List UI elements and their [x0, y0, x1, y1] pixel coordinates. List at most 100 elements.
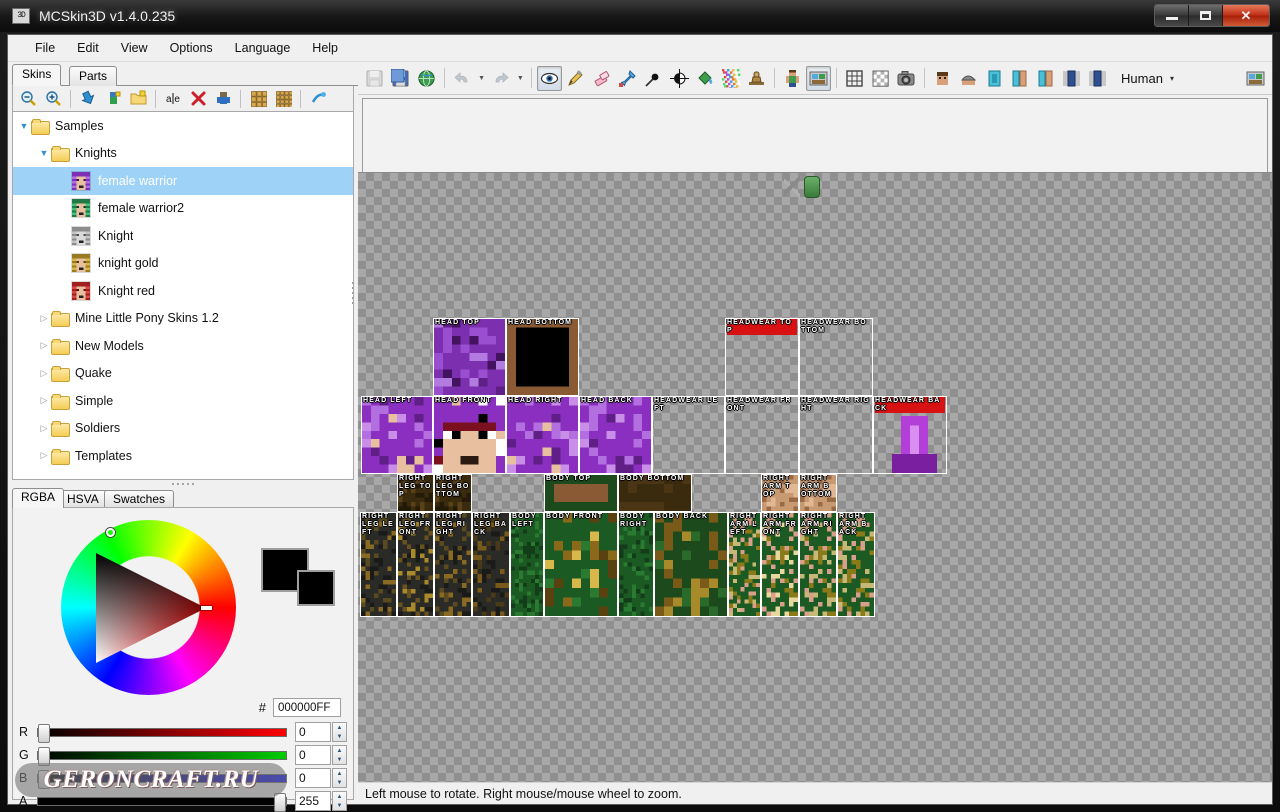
- pencil-tool-icon[interactable]: [563, 66, 588, 91]
- skin-face-head-front[interactable]: HEAD FRONT: [433, 396, 506, 474]
- spinner-up-icon[interactable]: ▲: [333, 746, 346, 755]
- chevron-right-icon[interactable]: ▷: [37, 449, 51, 463]
- menu-view[interactable]: View: [110, 37, 159, 59]
- darken-tool-icon[interactable]: [667, 66, 692, 91]
- skin-face-head-left[interactable]: HEAD LEFT: [361, 396, 433, 474]
- tree-folder-row[interactable]: ▼ Samples: [13, 112, 353, 140]
- skin-face-right-leg-left[interactable]: RIGHT LEG LEFT: [360, 512, 397, 617]
- skin-face-headwear-left[interactable]: HEADWEAR LEFT: [652, 396, 725, 474]
- skin-face-right-arm-bottom[interactable]: RIGHT ARM BOTTOM: [799, 474, 837, 512]
- chevron-down-icon[interactable]: ▼: [37, 146, 51, 160]
- channel-spinner-g[interactable]: ▲ ▼: [332, 745, 347, 765]
- layout-toggle-icon[interactable]: [1243, 66, 1268, 91]
- player-model-icon[interactable]: [780, 66, 805, 91]
- chevron-right-icon[interactable]: ▷: [37, 366, 51, 380]
- tree-skin-row[interactable]: knight gold: [13, 250, 353, 278]
- skin-face-right-arm-front[interactable]: RIGHT ARM FRONT: [761, 512, 799, 617]
- tree-folder-row[interactable]: ▷ Quake: [13, 360, 353, 388]
- skin-face-headwear-back[interactable]: HEADWEAR BACK: [873, 396, 947, 474]
- menu-file[interactable]: File: [24, 37, 66, 59]
- skin-face-body-bottom[interactable]: BODY BOTTOM: [618, 474, 692, 512]
- clone-skin-icon[interactable]: [212, 88, 234, 110]
- camera-tool-icon[interactable]: [537, 65, 563, 91]
- zoom-out-icon[interactable]: [17, 88, 39, 110]
- skin-face-headwear-front[interactable]: HEADWEAR FRONT: [725, 396, 799, 474]
- channel-slider-b[interactable]: [37, 769, 287, 789]
- chevron-right-icon[interactable]: ▷: [37, 394, 51, 408]
- skin-face-body-right[interactable]: BODY RIGHT: [618, 512, 654, 617]
- skin-face-right-arm-right[interactable]: RIGHT ARM RIGHT: [799, 512, 837, 617]
- new-skin-icon[interactable]: [102, 88, 124, 110]
- channel-slider-g[interactable]: [37, 746, 287, 766]
- skin-face-right-leg-top[interactable]: RIGHT LEG TOP: [397, 474, 434, 512]
- noise-tool-icon[interactable]: [719, 66, 744, 91]
- hue-marker[interactable]: [106, 528, 115, 537]
- channel-slider-a[interactable]: [37, 792, 287, 812]
- spinner-down-icon[interactable]: ▼: [333, 801, 346, 810]
- menu-help[interactable]: Help: [301, 37, 349, 59]
- chevron-right-icon[interactable]: ▷: [37, 421, 51, 435]
- view-right-arm-icon[interactable]: [1033, 66, 1058, 91]
- view-right-leg-icon[interactable]: [1085, 66, 1110, 91]
- tree-folder-row[interactable]: ▷ Mine Little Pony Skins 1.2: [13, 305, 353, 333]
- channel-slider-r[interactable]: [37, 723, 287, 743]
- channel-value-a[interactable]: [295, 791, 331, 811]
- save-icon[interactable]: [362, 66, 387, 91]
- slider-thumb[interactable]: [38, 723, 50, 743]
- skin-face-head-back[interactable]: HEAD BACK: [579, 396, 652, 474]
- menu-language[interactable]: Language: [224, 37, 302, 59]
- undo-history-chevron-down-icon[interactable]: ▼: [476, 66, 488, 91]
- tree-skin-row[interactable]: female warrior2: [13, 195, 353, 223]
- skin-face-right-leg-front[interactable]: RIGHT LEG FRONT: [397, 512, 434, 617]
- skin-face-right-arm-top[interactable]: RIGHT ARM TOP: [761, 474, 799, 512]
- view-left-leg-icon[interactable]: [1059, 66, 1084, 91]
- dropper-tool-icon[interactable]: [615, 66, 640, 91]
- view-helmet-icon[interactable]: [956, 66, 981, 91]
- stamp-tool-icon[interactable]: [744, 66, 769, 91]
- skin-face-body-back[interactable]: BODY BACK: [654, 512, 728, 617]
- rename-icon[interactable]: a e: [162, 88, 184, 110]
- channel-spinner-r[interactable]: ▲ ▼: [332, 722, 347, 742]
- redo-history-chevron-down-icon[interactable]: ▼: [514, 66, 526, 91]
- tree-folder-row[interactable]: ▷ New Models: [13, 332, 353, 360]
- color-tab-hsva[interactable]: HSVA: [58, 490, 108, 508]
- redo-icon[interactable]: [489, 66, 514, 91]
- animate-icon[interactable]: [307, 88, 329, 110]
- skin-face-right-leg-back[interactable]: RIGHT LEG BACK: [472, 512, 510, 617]
- close-button[interactable]: ✕: [1223, 5, 1269, 26]
- skin-face-body-left[interactable]: BODY LEFT: [510, 512, 544, 617]
- large-thumbs-icon[interactable]: [247, 88, 269, 110]
- tree-folder-row[interactable]: ▼ Knights: [13, 140, 353, 168]
- skin-face-head-top[interactable]: HEAD TOP: [433, 318, 506, 396]
- slider-thumb[interactable]: [38, 746, 50, 766]
- skin-tree[interactable]: ▼ Samples ▼ Knights female warrior female war…: [12, 112, 354, 480]
- spinner-up-icon[interactable]: ▲: [333, 792, 346, 801]
- skin-face-head-bottom[interactable]: HEAD BOTTOM: [506, 318, 579, 396]
- color-tab-swatches[interactable]: Swatches: [104, 490, 175, 508]
- channel-value-r[interactable]: [295, 722, 331, 742]
- menu-edit[interactable]: Edit: [66, 37, 110, 59]
- skin-face-body-front[interactable]: BODY FRONT: [544, 512, 618, 617]
- transparency-icon[interactable]: [868, 66, 893, 91]
- menu-options[interactable]: Options: [159, 37, 224, 59]
- hex-input[interactable]: [273, 698, 341, 717]
- skin-face-headwear-bottom[interactable]: HEADWEAR BOTTOM: [799, 318, 873, 396]
- maximize-button[interactable]: [1189, 5, 1223, 26]
- chevron-down-icon[interactable]: ▾: [1170, 74, 1174, 83]
- sv-marker[interactable]: [201, 606, 212, 610]
- skin-face-right-arm-left[interactable]: RIGHT ARM LEFT: [728, 512, 761, 617]
- channel-spinner-b[interactable]: ▲ ▼: [332, 768, 347, 788]
- model-selector[interactable]: Human ▾: [1121, 71, 1241, 86]
- spinner-up-icon[interactable]: ▲: [333, 769, 346, 778]
- minimize-button[interactable]: [1155, 5, 1189, 26]
- channel-value-b[interactable]: [295, 768, 331, 788]
- skin-face-right-leg-right[interactable]: RIGHT LEG RIGHT: [434, 512, 472, 617]
- new-folder-icon[interactable]: [127, 88, 149, 110]
- spinner-up-icon[interactable]: ▲: [333, 723, 346, 732]
- view-left-arm-icon[interactable]: [1007, 66, 1032, 91]
- tab-skins[interactable]: Skins: [12, 64, 62, 86]
- spinner-down-icon[interactable]: ▼: [333, 778, 346, 787]
- tab-parts[interactable]: Parts: [69, 66, 118, 86]
- tree-folder-row[interactable]: ▷ Soldiers: [13, 415, 353, 443]
- color-tab-rgba[interactable]: RGBA: [12, 488, 65, 508]
